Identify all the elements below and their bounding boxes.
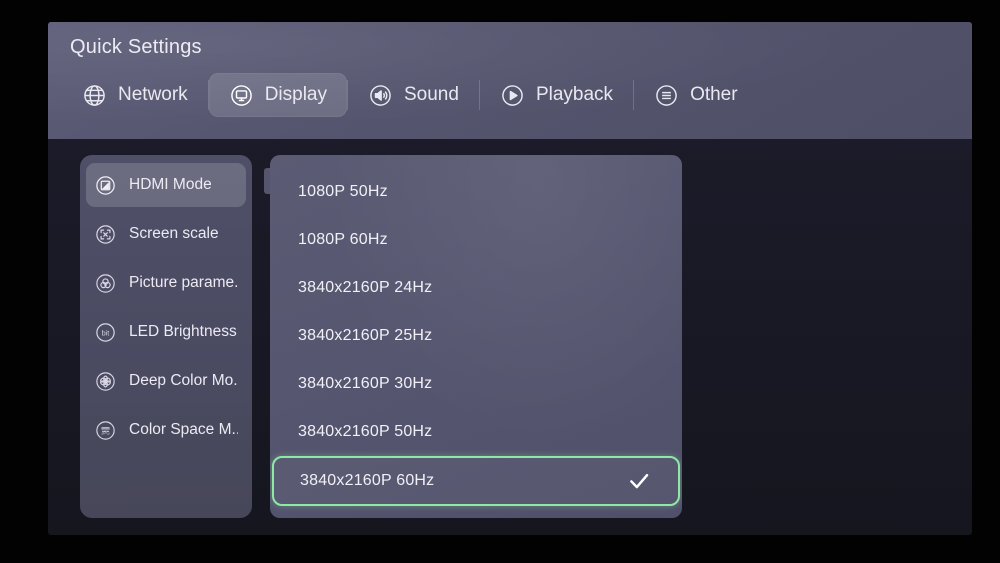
sidebar-item-picture-parameters-label: Picture parame.. <box>129 274 238 291</box>
sidebar-item-color-space-mode-label: Color Space M.. <box>129 421 238 438</box>
mode-label: 1080P 50Hz <box>298 183 388 200</box>
speaker-icon <box>368 83 393 108</box>
tab-bar: Network Display Sound Playback Other <box>62 72 758 118</box>
tab-display-label: Display <box>264 84 327 105</box>
sidebar-item-screen-scale-label: Screen scale <box>129 225 219 242</box>
hdmi-mode-list: 1080P 50Hz 1080P 60Hz 3840x2160P 24Hz 38… <box>270 155 682 518</box>
sidebar-item-led-brightness[interactable]: bit LED Brightness <box>86 310 246 354</box>
sidebar-item-color-space-mode[interactable]: JPG Color Space M.. <box>86 408 246 452</box>
list-item-selected[interactable]: 3840x2160P 60Hz <box>272 456 680 506</box>
quick-settings-header: Quick Settings Network Display Sound Pla… <box>48 22 972 139</box>
list-item[interactable]: 3840x2160P 50Hz <box>270 408 682 456</box>
color-space-icon: JPG <box>94 419 117 442</box>
svg-text:JPG: JPG <box>101 430 110 435</box>
tab-playback[interactable]: Playback <box>480 73 633 117</box>
play-icon <box>500 83 525 108</box>
mode-label: 3840x2160P 25Hz <box>298 327 433 344</box>
page-title: Quick Settings <box>70 36 202 58</box>
mode-label: 1080P 60Hz <box>298 231 388 248</box>
tab-other-label: Other <box>690 84 738 105</box>
list-item[interactable]: 1080P 50Hz <box>270 168 682 216</box>
list-item[interactable]: 1080P 60Hz <box>270 216 682 264</box>
tab-other[interactable]: Other <box>634 73 758 117</box>
monitor-icon <box>229 83 254 108</box>
tab-display[interactable]: Display <box>208 73 347 117</box>
bit-depth-icon: bit <box>94 321 117 344</box>
svg-text:bit: bit <box>102 329 110 337</box>
deep-color-icon <box>94 370 117 393</box>
tab-network[interactable]: Network <box>62 73 208 117</box>
check-icon <box>626 468 652 494</box>
sidebar-item-deep-color-mode-label: Deep Color Mo.. <box>129 372 238 389</box>
sidebar-item-hdmi-mode[interactable]: HDMI Mode <box>86 163 246 207</box>
mode-label: 3840x2160P 24Hz <box>298 279 433 296</box>
list-item[interactable]: 3840x2160P 25Hz <box>270 312 682 360</box>
sidebar-item-hdmi-mode-label: HDMI Mode <box>129 176 212 193</box>
tab-playback-label: Playback <box>535 84 614 105</box>
tab-sound-label: Sound <box>404 84 459 105</box>
mode-label: 3840x2160P 50Hz <box>298 423 433 440</box>
hdmi-mode-panel: 1080P 50Hz 1080P 60Hz 3840x2160P 24Hz 38… <box>270 155 682 518</box>
sidebar-item-deep-color-mode[interactable]: Deep Color Mo.. <box>86 359 246 403</box>
hamburger-icon <box>654 83 679 108</box>
screen-scale-icon <box>94 223 117 246</box>
tab-network-label: Network <box>118 84 188 105</box>
sidebar-item-picture-parameters[interactable]: Picture parame.. <box>86 261 246 305</box>
hdmi-mode-icon <box>94 174 117 197</box>
mode-label: 3840x2160P 30Hz <box>298 375 433 392</box>
globe-icon <box>82 83 107 108</box>
list-item[interactable]: 3840x2160P 30Hz <box>270 360 682 408</box>
mode-label: 3840x2160P 60Hz <box>300 472 435 489</box>
tv-screen: Quick Settings Network Display Sound Pla… <box>0 0 1000 563</box>
display-settings-sidebar: HDMI Mode Screen scale Picture parame.. … <box>80 155 252 518</box>
sidebar-item-screen-scale[interactable]: Screen scale <box>86 212 246 256</box>
sidebar-item-led-brightness-label: LED Brightness <box>129 323 237 340</box>
tab-sound[interactable]: Sound <box>348 73 479 117</box>
list-item[interactable]: 3840x2160P 24Hz <box>270 264 682 312</box>
picture-params-icon <box>94 272 117 295</box>
